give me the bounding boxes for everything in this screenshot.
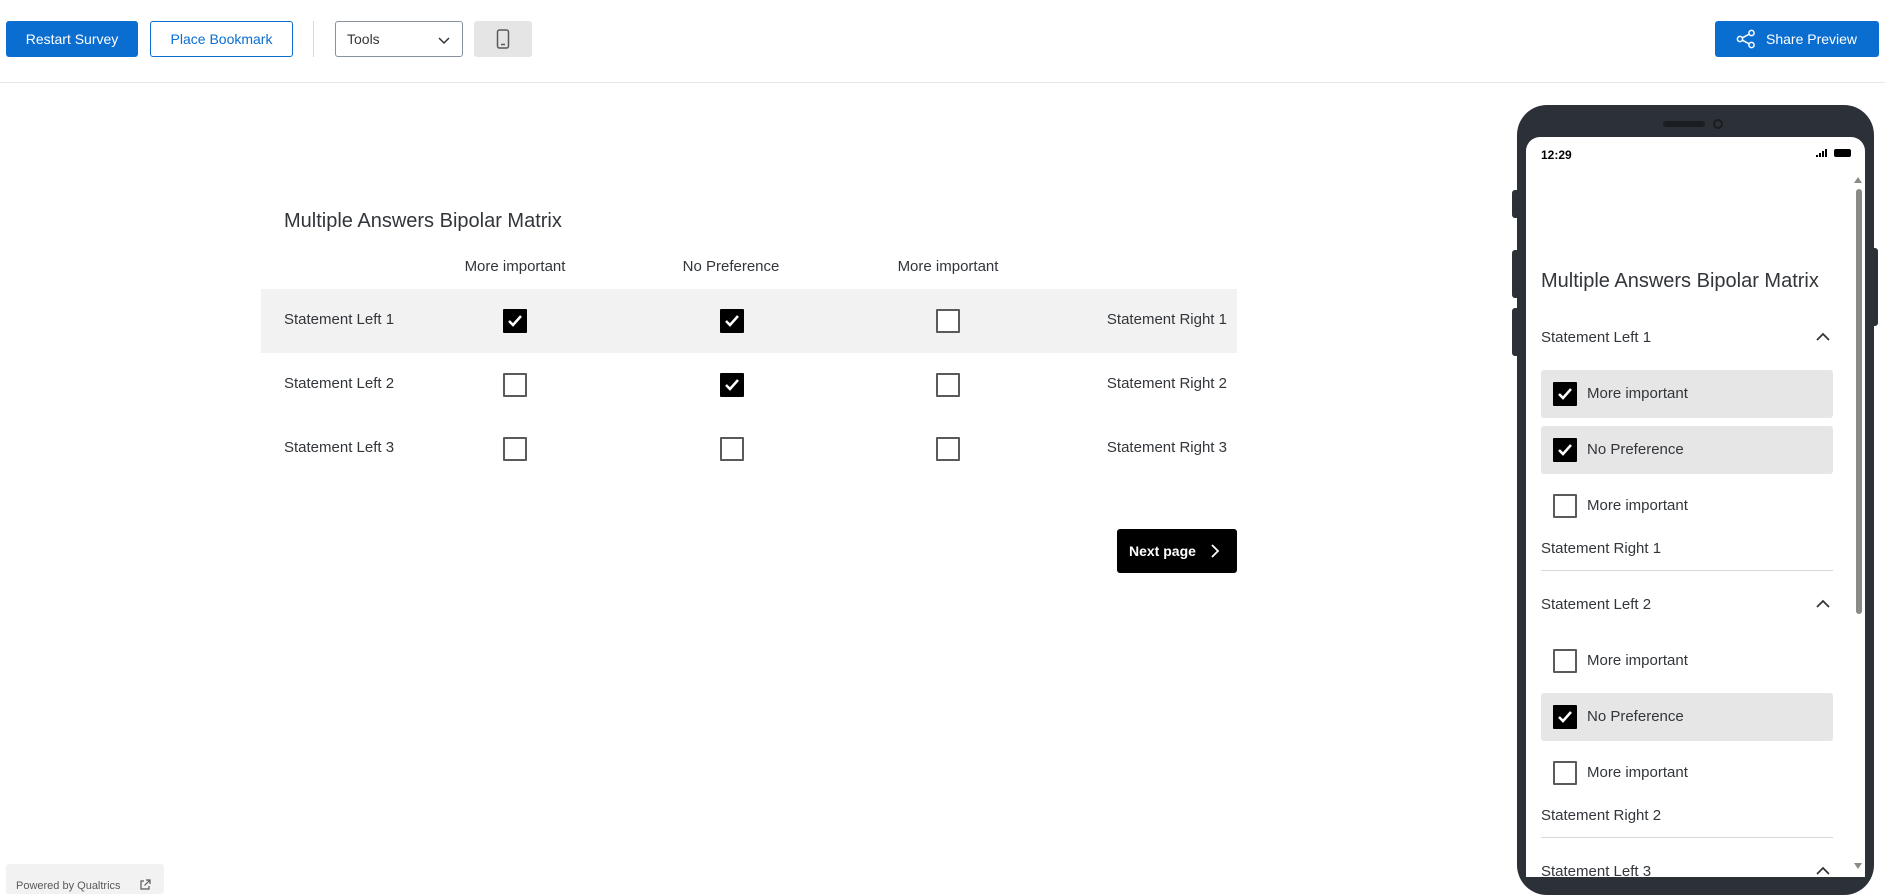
- mobile-preview-toggle[interactable]: [474, 21, 532, 57]
- powered-by-qualtrics-link[interactable]: Powered by Qualtrics: [6, 864, 164, 894]
- question-title: Multiple Answers Bipolar Matrix: [284, 210, 562, 232]
- mobile-statement-left: Statement Left 1: [1541, 329, 1652, 346]
- scroll-up-arrow-icon[interactable]: [1854, 177, 1862, 183]
- mobile-option[interactable]: More important: [1541, 370, 1833, 418]
- mobile-checkbox[interactable]: [1553, 649, 1577, 673]
- checkmark-icon: [1558, 711, 1572, 723]
- mobile-group-divider: [1541, 570, 1833, 571]
- external-link-icon: [140, 879, 151, 890]
- toolbar-divider: [313, 21, 314, 57]
- statement-left: Statement Left 1: [284, 311, 395, 328]
- mobile-statement-left: Statement Left 2: [1541, 596, 1652, 613]
- mobile-option[interactable]: No Preference: [1541, 426, 1833, 474]
- matrix-checkbox-r3-c2[interactable]: [720, 437, 744, 461]
- mobile-statement-left: Statement Left 3: [1541, 863, 1652, 877]
- mobile-option-label: No Preference: [1587, 441, 1684, 458]
- mobile-statement-right: Statement Right 2: [1541, 807, 1662, 824]
- matrix-checkbox-r2-c2[interactable]: [720, 373, 744, 397]
- collapse-chevron-up-icon[interactable]: [1816, 866, 1830, 876]
- mobile-scrollbar[interactable]: [1856, 189, 1862, 614]
- battery-icon: [1834, 149, 1851, 157]
- mobile-screen: 12:29 Multiple Answers Bipolar Matrix St…: [1526, 137, 1865, 877]
- tools-dropdown[interactable]: Tools: [335, 21, 463, 57]
- share-icon: [1736, 29, 1755, 49]
- checkmark-icon: [1558, 444, 1572, 456]
- matrix-checkbox-r3-c3[interactable]: [936, 437, 960, 461]
- statement-right: Statement Right 2: [1106, 375, 1227, 392]
- mobile-option-label: More important: [1587, 497, 1688, 514]
- matrix-checkbox-r1-c3[interactable]: [936, 309, 960, 333]
- checkmark-icon: [725, 315, 739, 327]
- matrix-row-1: Statement Left 1 Statement Right 1: [261, 289, 1237, 353]
- status-time: 12:29: [1541, 148, 1572, 162]
- powered-by-label: Powered by Qualtrics: [16, 880, 121, 892]
- matrix-checkbox-r2-c3[interactable]: [936, 373, 960, 397]
- chevron-down-icon: [438, 37, 450, 45]
- statement-left: Statement Left 2: [284, 375, 395, 392]
- statement-right: Statement Right 1: [1106, 311, 1227, 328]
- collapse-chevron-up-icon[interactable]: [1816, 332, 1830, 342]
- collapse-chevron-up-icon[interactable]: [1816, 599, 1830, 609]
- mobile-option[interactable]: More important: [1541, 749, 1833, 797]
- mobile-device-icon: [496, 29, 510, 49]
- mobile-checkbox[interactable]: [1553, 494, 1577, 518]
- mobile-option[interactable]: More important: [1541, 482, 1833, 530]
- matrix-checkbox-r1-c2[interactable]: [720, 309, 744, 333]
- next-page-button[interactable]: Next page: [1117, 529, 1237, 573]
- chevron-right-icon: [1211, 544, 1220, 558]
- mobile-statement-right: Statement Right 1: [1541, 540, 1662, 557]
- place-bookmark-button[interactable]: Place Bookmark: [150, 21, 293, 57]
- mobile-option[interactable]: More important: [1541, 637, 1833, 685]
- mobile-phone-frame: 12:29 Multiple Answers Bipolar Matrix St…: [1517, 105, 1874, 895]
- checkmark-icon: [1558, 388, 1572, 400]
- column-header-no-preference: No Preference: [682, 258, 780, 275]
- mobile-checkbox[interactable]: [1553, 705, 1577, 729]
- mobile-option[interactable]: No Preference: [1541, 693, 1833, 741]
- next-page-label: Next page: [1129, 543, 1196, 559]
- mobile-checkbox[interactable]: [1553, 761, 1577, 785]
- status-icons: [1816, 149, 1851, 157]
- statement-left: Statement Left 3: [284, 439, 395, 456]
- mobile-question-title: Multiple Answers Bipolar Matrix: [1541, 270, 1819, 292]
- place-bookmark-label: Place Bookmark: [170, 31, 273, 47]
- share-preview-button[interactable]: Share Preview: [1715, 21, 1879, 57]
- matrix-checkbox-r1-c1[interactable]: [503, 309, 527, 333]
- matrix-checkbox-r2-c1[interactable]: [503, 373, 527, 397]
- mobile-option-label: More important: [1587, 385, 1688, 402]
- mobile-option-label: No Preference: [1587, 708, 1684, 725]
- mobile-checkbox[interactable]: [1553, 438, 1577, 462]
- checkmark-icon: [725, 379, 739, 391]
- mobile-option-label: More important: [1587, 652, 1688, 669]
- checkmark-icon: [508, 315, 522, 327]
- tools-dropdown-label: Tools: [347, 31, 380, 47]
- matrix-row-2: Statement Left 2 Statement Right 2: [261, 353, 1237, 417]
- scroll-down-arrow-icon[interactable]: [1854, 863, 1862, 869]
- mobile-option-label: More important: [1587, 764, 1688, 781]
- statement-right: Statement Right 3: [1106, 439, 1227, 456]
- mobile-checkbox[interactable]: [1553, 382, 1577, 406]
- restart-survey-label: Restart Survey: [25, 31, 119, 47]
- share-preview-label: Share Preview: [1766, 31, 1858, 47]
- mobile-group-divider: [1541, 837, 1833, 838]
- phone-speaker: [1663, 121, 1705, 127]
- matrix-checkbox-r3-c1[interactable]: [503, 437, 527, 461]
- matrix-row-3: Statement Left 3 Statement Right 3: [261, 417, 1237, 481]
- restart-survey-button[interactable]: Restart Survey: [6, 21, 138, 57]
- column-header-more-important-left: More important: [464, 258, 566, 275]
- preview-toolbar: Restart Survey Place Bookmark Tools Shar…: [0, 0, 1885, 83]
- signal-icon: [1816, 149, 1827, 157]
- phone-camera: [1713, 119, 1723, 129]
- column-header-more-important-right: More important: [897, 258, 999, 275]
